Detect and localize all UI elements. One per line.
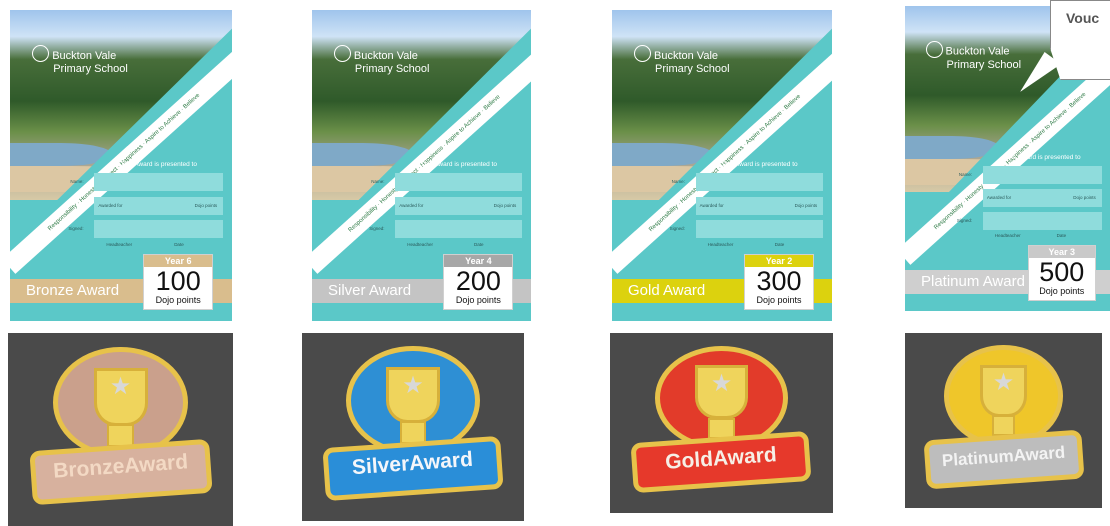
awarded-for-field: Awarded for Dojo points xyxy=(695,196,824,215)
signed-label: Signed: xyxy=(956,217,973,223)
badge-ribbon: GoldAward xyxy=(630,431,813,494)
points-value: 100 xyxy=(155,266,201,297)
star-icon: ★ xyxy=(109,372,132,400)
name-label: Name: xyxy=(958,172,973,178)
signed-field xyxy=(395,219,523,238)
signed-label: Signed: xyxy=(369,226,385,232)
trophy-icon: ★ xyxy=(979,364,1028,417)
platinum-badge-photo: ★ PlatinumAward xyxy=(905,333,1102,508)
awarded-for-label: Awarded for xyxy=(98,202,123,208)
signed-field xyxy=(695,219,824,238)
trophy-base xyxy=(991,415,1016,437)
points-value: 500 xyxy=(1039,257,1085,288)
bronze-certificate: Responsibility · Honesty · Respect · Hap… xyxy=(10,10,232,321)
name-label: Name: xyxy=(371,179,385,185)
points-box: Year 3 500 Dojo points xyxy=(1028,245,1096,302)
badge-ribbon: BronzeAward xyxy=(28,438,213,506)
signed-label: Signed: xyxy=(669,226,685,232)
school-logo-icon xyxy=(32,45,50,63)
headteacher-label: Headteacher xyxy=(106,241,133,247)
signed-field xyxy=(94,219,224,238)
school-logo-icon xyxy=(333,45,351,63)
points-box: Year 2 300 Dojo points xyxy=(744,254,814,311)
voucher-text: Vouc xyxy=(1066,10,1100,26)
awarded-for-field: Awarded for Dojo points xyxy=(94,196,224,215)
headteacher-label: Headteacher xyxy=(707,241,734,247)
awarded-for-field: Awarded for Dojo points xyxy=(395,196,523,215)
awarded-for-label: Awarded for xyxy=(699,202,724,208)
name-field xyxy=(695,173,824,192)
school-name: Buckton Vale Primary School xyxy=(333,45,430,76)
awarded-for-label: Awarded for xyxy=(986,195,1012,200)
dojo-points-field-label: Dojo points xyxy=(493,202,517,208)
headteacher-label: Headteacher xyxy=(407,241,433,247)
star-icon: ★ xyxy=(402,371,424,399)
dojo-points-label: Dojo points xyxy=(455,295,501,306)
name-field xyxy=(94,173,224,192)
gold-certificate: Responsibility · Honesty · Respect · Hap… xyxy=(612,10,832,321)
date-label: Date xyxy=(473,241,484,247)
dojo-points-label: Dojo points xyxy=(155,295,201,306)
school-name: Buckton Vale Primary School xyxy=(925,40,1022,71)
date-label: Date xyxy=(174,241,184,247)
gold-badge-photo: ★ GoldAward xyxy=(610,333,833,513)
awarded-for-field: Awarded for Dojo points xyxy=(982,189,1102,207)
badge-ribbon: PlatinumAward xyxy=(923,429,1084,489)
school-name: Buckton Vale Primary School xyxy=(32,45,128,76)
dojo-points-label: Dojo points xyxy=(1039,286,1085,297)
star-icon: ★ xyxy=(710,370,733,398)
name-field xyxy=(395,173,523,192)
bronze-badge-photo: ★ BronzeAward xyxy=(8,333,233,526)
school-name: Buckton Vale Primary School xyxy=(634,45,730,76)
school-name-line2: Primary School xyxy=(53,63,128,76)
presented-text: This Award is presented to xyxy=(721,160,798,168)
presented-text: This Award is presented to xyxy=(1004,153,1081,161)
name-label: Name: xyxy=(70,179,84,185)
school-logo-icon xyxy=(634,45,651,63)
name-field xyxy=(982,166,1102,185)
school-name-line1: Buckton Vale xyxy=(945,45,1010,57)
school-logo-icon xyxy=(925,40,943,58)
trophy-icon: ★ xyxy=(694,365,749,420)
school-name-line1: Buckton Vale xyxy=(52,49,117,62)
dojo-points-field-label: Dojo points xyxy=(794,202,818,208)
dojo-points-field-label: Dojo points xyxy=(1073,195,1096,200)
school-name-line2: Primary School xyxy=(946,58,1022,71)
school-name-line2: Primary School xyxy=(655,63,730,76)
trophy-icon: ★ xyxy=(93,367,148,426)
badge-ribbon: SilverAward xyxy=(322,435,504,501)
points-value: 200 xyxy=(455,266,501,297)
name-label: Name: xyxy=(671,179,685,185)
points-value: 300 xyxy=(756,266,802,297)
presented-text: This Award is presented to xyxy=(420,160,497,168)
silver-certificate: Responsibility · Honesty · Respect · Hap… xyxy=(312,10,531,321)
signed-field xyxy=(982,211,1102,230)
points-box: Year 4 200 Dojo points xyxy=(443,254,514,311)
signed-label: Signed: xyxy=(68,226,84,232)
date-label: Date xyxy=(1056,233,1067,239)
silver-badge-photo: ★ SilverAward xyxy=(302,333,524,521)
awarded-for-label: Awarded for xyxy=(399,202,424,208)
presented-text: This Award is presented to xyxy=(120,160,197,168)
trophy-icon: ★ xyxy=(386,366,440,424)
date-label: Date xyxy=(774,241,785,247)
dojo-points-label: Dojo points xyxy=(756,295,802,306)
star-icon: ★ xyxy=(992,369,1015,397)
points-box: Year 6 100 Dojo points xyxy=(143,254,214,311)
school-name-line1: Buckton Vale xyxy=(353,49,418,62)
headteacher-label: Headteacher xyxy=(994,233,1021,239)
school-name-line1: Buckton Vale xyxy=(654,49,719,62)
dojo-points-field-label: Dojo points xyxy=(194,202,218,208)
school-name-line2: Primary School xyxy=(354,63,430,76)
